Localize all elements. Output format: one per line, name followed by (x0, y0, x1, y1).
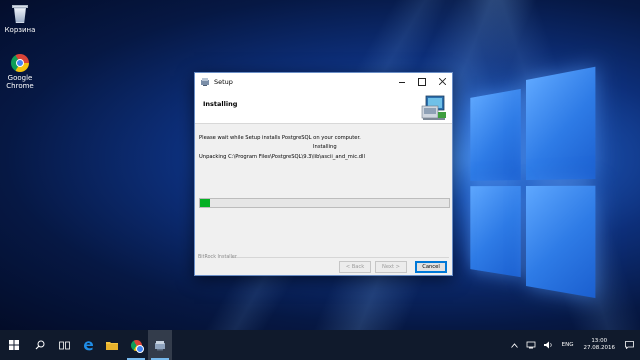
notification-icon (625, 341, 634, 349)
desktop-icon-recycle-bin[interactable]: Корзина (0, 4, 40, 34)
chrome-taskbar-button[interactable] (124, 330, 148, 360)
close-icon (438, 78, 446, 85)
install-detail: Unpacking C:\Program Files\PostgreSQL\9.… (199, 154, 365, 160)
installer-computer-icon (421, 95, 446, 120)
cancel-button[interactable]: Cancel (415, 261, 447, 273)
file-explorer-button[interactable] (100, 330, 124, 360)
wizard-body: Please wait while Setup installs Postgre… (195, 124, 452, 276)
system-tray: ENG 13:00 27.08.2016 (507, 330, 640, 360)
maximize-button[interactable] (412, 73, 432, 90)
task-view-button[interactable] (52, 330, 76, 360)
edge-button[interactable] (76, 330, 100, 360)
installer-branding: BitRock Installer (198, 255, 237, 260)
show-hidden-icons-button[interactable] (510, 342, 518, 348)
clock-date: 27.08.2016 (583, 345, 616, 351)
close-button[interactable] (432, 73, 452, 90)
edge-icon (83, 340, 93, 350)
desktop-icon-label: Google Chrome (6, 74, 34, 90)
progress-bar (199, 198, 450, 208)
setup-taskbar-button[interactable] (148, 330, 172, 360)
file-explorer-icon (106, 342, 118, 350)
next-button[interactable]: Next > (375, 261, 407, 273)
recycle-bin-icon (11, 4, 29, 24)
setup-app-icon (155, 340, 165, 350)
desktop-icon-chrome[interactable]: Google Chrome (0, 54, 40, 90)
window-title: Setup (214, 77, 233, 86)
setup-app-icon (201, 77, 209, 86)
title-bar[interactable]: Setup (195, 73, 452, 90)
network-icon (526, 341, 536, 349)
search-icon (35, 340, 45, 350)
search-button[interactable] (28, 330, 52, 360)
clock[interactable]: 13:00 27.08.2016 (584, 338, 616, 352)
start-button[interactable] (0, 330, 28, 360)
wizard-footer: BitRock Installer < Back Next > Cancel (195, 255, 452, 275)
desktop-icon-label: Корзина (4, 26, 36, 34)
language-indicator[interactable]: ENG (562, 342, 574, 348)
chrome-icon (11, 54, 29, 72)
windows-start-icon (9, 340, 19, 350)
speaker-icon (543, 341, 552, 349)
setup-window: Setup Installing Please wait while Setup… (194, 72, 453, 276)
chrome-icon (130, 339, 144, 353)
task-view-icon (58, 341, 70, 349)
footer-divider (231, 257, 449, 258)
taskbar: ENG 13:00 27.08.2016 (0, 330, 640, 360)
install-status: Installing (313, 144, 337, 150)
wizard-heading: Installing (203, 100, 238, 108)
progress-fill (200, 199, 210, 207)
clock-time: 13:00 (591, 338, 608, 344)
notifications-button[interactable] (625, 341, 634, 349)
network-button[interactable] (526, 341, 536, 349)
chevron-up-icon (510, 342, 518, 348)
windows-logo-wallpaper (470, 66, 596, 301)
minimize-button[interactable] (392, 73, 412, 90)
volume-button[interactable] (543, 341, 554, 349)
back-button[interactable]: < Back (339, 261, 371, 273)
install-message: Please wait while Setup installs Postgre… (199, 135, 361, 141)
wizard-header: Installing (195, 90, 452, 124)
